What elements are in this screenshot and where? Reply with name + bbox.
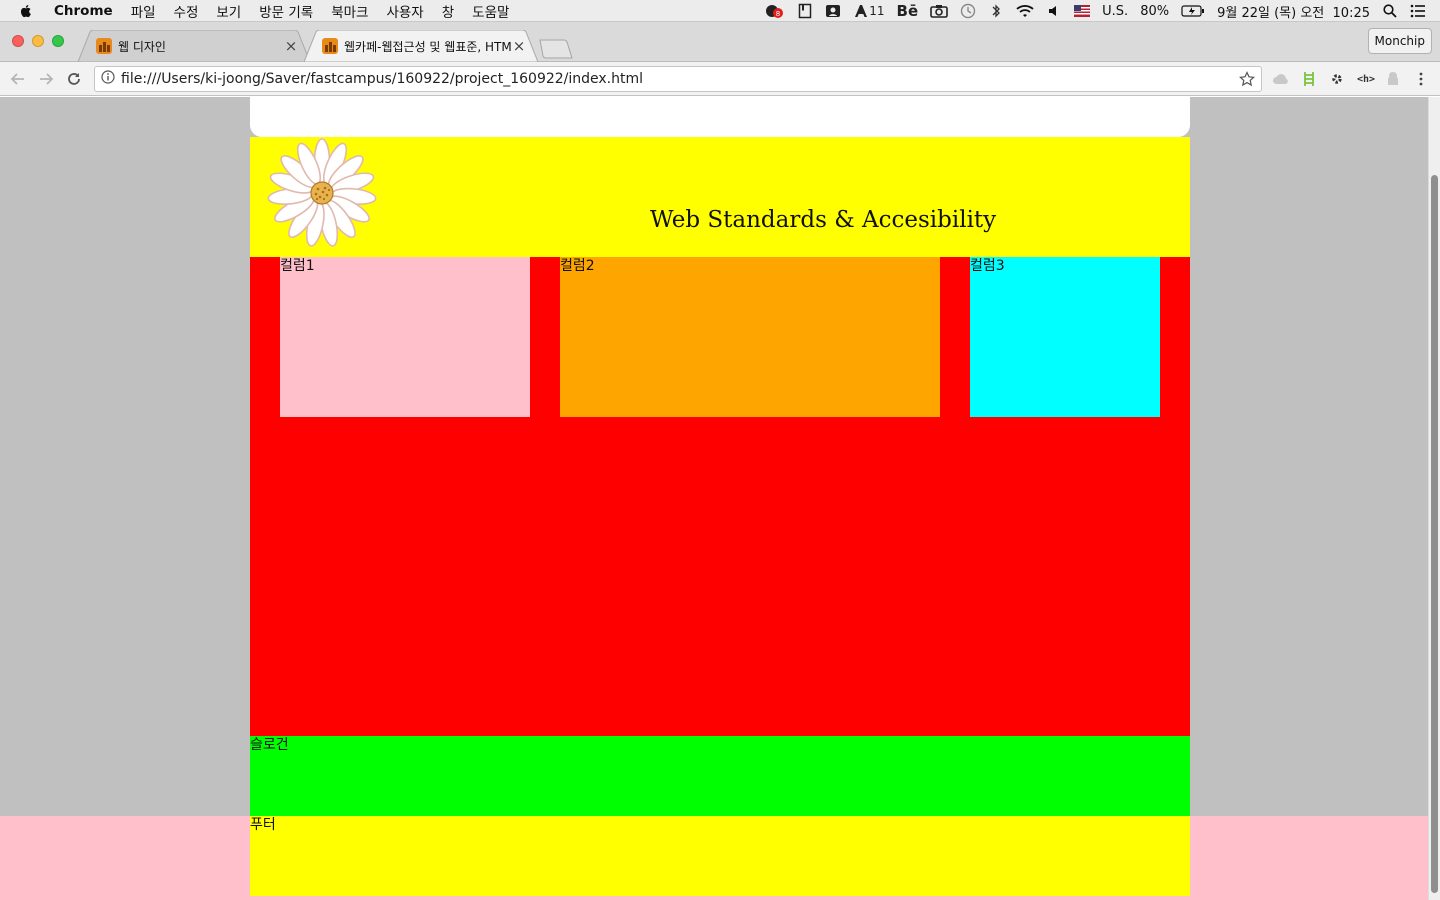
macos-menu-bar: Chrome 파일 수정 보기 방문 기록 북마크 사용자 창 도움말 8 11… xyxy=(0,0,1440,22)
page-top-box xyxy=(250,97,1190,137)
slogan-section: 슬로건 xyxy=(250,736,1190,816)
settings-gear-icon[interactable] xyxy=(1328,70,1346,88)
minimize-window-button[interactable] xyxy=(32,35,44,47)
chrome-menu-icon[interactable] xyxy=(1412,70,1430,88)
site-title: Web Standards & Accesibility xyxy=(650,207,997,233)
puzzle-extension-icon[interactable] xyxy=(1384,70,1402,88)
tab-title: 웹 디자인 xyxy=(118,39,166,54)
notification-icon[interactable]: 8 xyxy=(765,3,785,19)
menu-status-area: 8 11 Bē U.S. 80% 9월 22일 (목) 오전 10:25 xyxy=(765,0,1426,22)
vertical-scrollbar[interactable] xyxy=(1428,97,1440,900)
tab-title: 웹카페-웹접근성 및 웹표준, HTML5 xyxy=(344,39,512,54)
cloud-extension-icon[interactable] xyxy=(1272,70,1290,88)
tab-webcafe[interactable]: 웹카페-웹접근성 및 웹표준, HTML5 × xyxy=(304,30,538,62)
book-icon[interactable] xyxy=(797,3,813,19)
menu-bookmarks[interactable]: 북마크 xyxy=(331,1,368,21)
address-bar[interactable]: file:///Users/ki-joong/Saver/fastcampus/… xyxy=(94,66,1262,92)
info-icon[interactable] xyxy=(101,70,115,88)
menu-file[interactable]: 파일 xyxy=(131,1,156,21)
menu-app-name[interactable]: Chrome xyxy=(54,3,113,19)
code-extension-icon[interactable]: <h> xyxy=(1354,70,1378,88)
window-controls xyxy=(12,35,64,47)
text-size-count: 11 xyxy=(869,4,885,18)
menu-history[interactable]: 방문 기록 xyxy=(259,1,313,21)
column-3: 컬럼3 xyxy=(970,257,1160,417)
notification-count: 8 xyxy=(776,10,780,18)
ladder-extension-icon[interactable] xyxy=(1300,70,1318,88)
tab-close-icon[interactable]: × xyxy=(284,37,298,55)
menu-view[interactable]: 보기 xyxy=(216,1,241,21)
footer-wrapper: 푸터 xyxy=(0,816,1428,900)
footer-section: 푸터 xyxy=(250,816,1190,896)
battery-charging-icon[interactable] xyxy=(1181,3,1205,19)
url-text[interactable]: file:///Users/ki-joong/Saver/fastcampus/… xyxy=(121,71,643,87)
site-favicon-icon xyxy=(322,38,338,54)
camera-icon[interactable] xyxy=(930,3,948,19)
menu-help[interactable]: 도움말 xyxy=(472,1,509,21)
wifi-icon[interactable] xyxy=(1016,3,1034,19)
column-2: 컬럼2 xyxy=(560,257,940,417)
input-source-label[interactable]: U.S. xyxy=(1102,4,1128,19)
content-area: 컬럼1 컬럼2 컬럼3 xyxy=(250,257,1190,736)
bookmark-star-icon[interactable] xyxy=(1239,71,1255,91)
browser-tab-strip: 웹 디자인 × 웹카페-웹접근성 및 웹표준, HTML5 × Monchip xyxy=(0,22,1440,62)
notification-center-icon[interactable] xyxy=(1410,3,1426,19)
menu-window[interactable]: 창 xyxy=(442,1,454,21)
profile-button[interactable]: Monchip xyxy=(1367,28,1432,54)
contacts-icon[interactable] xyxy=(825,3,841,19)
page-header: Web Standards & Accesibility xyxy=(250,137,1190,257)
page-viewport: Web Standards & Accesibility 컬럼1 컬럼2 컬럼3… xyxy=(0,97,1440,900)
site-favicon-icon xyxy=(96,38,112,54)
menu-people[interactable]: 사용자 xyxy=(386,1,423,21)
menu-edit[interactable]: 수정 xyxy=(174,1,199,21)
browser-toolbar: file:///Users/ki-joong/Saver/fastcampus/… xyxy=(0,62,1440,96)
daisy-logo-icon xyxy=(267,138,377,247)
spotlight-search-icon[interactable] xyxy=(1382,3,1398,19)
apple-menu-icon[interactable] xyxy=(18,3,34,19)
clock[interactable]: 9월 22일 (목) 오전 10:25 xyxy=(1217,2,1370,21)
behance-icon[interactable]: Bē xyxy=(897,2,919,20)
maximize-window-button[interactable] xyxy=(52,35,64,47)
column-1: 컬럼1 xyxy=(280,257,530,417)
scrollbar-thumb[interactable] xyxy=(1431,175,1438,893)
bluetooth-icon[interactable] xyxy=(988,3,1004,19)
back-arrow-icon[interactable] xyxy=(8,69,28,89)
us-flag-icon[interactable] xyxy=(1074,3,1091,19)
tab-close-icon[interactable]: × xyxy=(512,37,526,55)
battery-percent[interactable]: 80% xyxy=(1140,4,1169,19)
volume-icon[interactable] xyxy=(1046,3,1062,19)
close-window-button[interactable] xyxy=(12,35,24,47)
time-machine-icon[interactable] xyxy=(960,3,976,19)
tab-web-design[interactable]: 웹 디자인 × xyxy=(78,30,310,62)
text-size-icon[interactable]: 11 xyxy=(853,3,885,19)
forward-arrow-icon[interactable] xyxy=(36,69,56,89)
reload-icon[interactable] xyxy=(64,69,84,89)
new-tab-button[interactable] xyxy=(538,39,574,59)
